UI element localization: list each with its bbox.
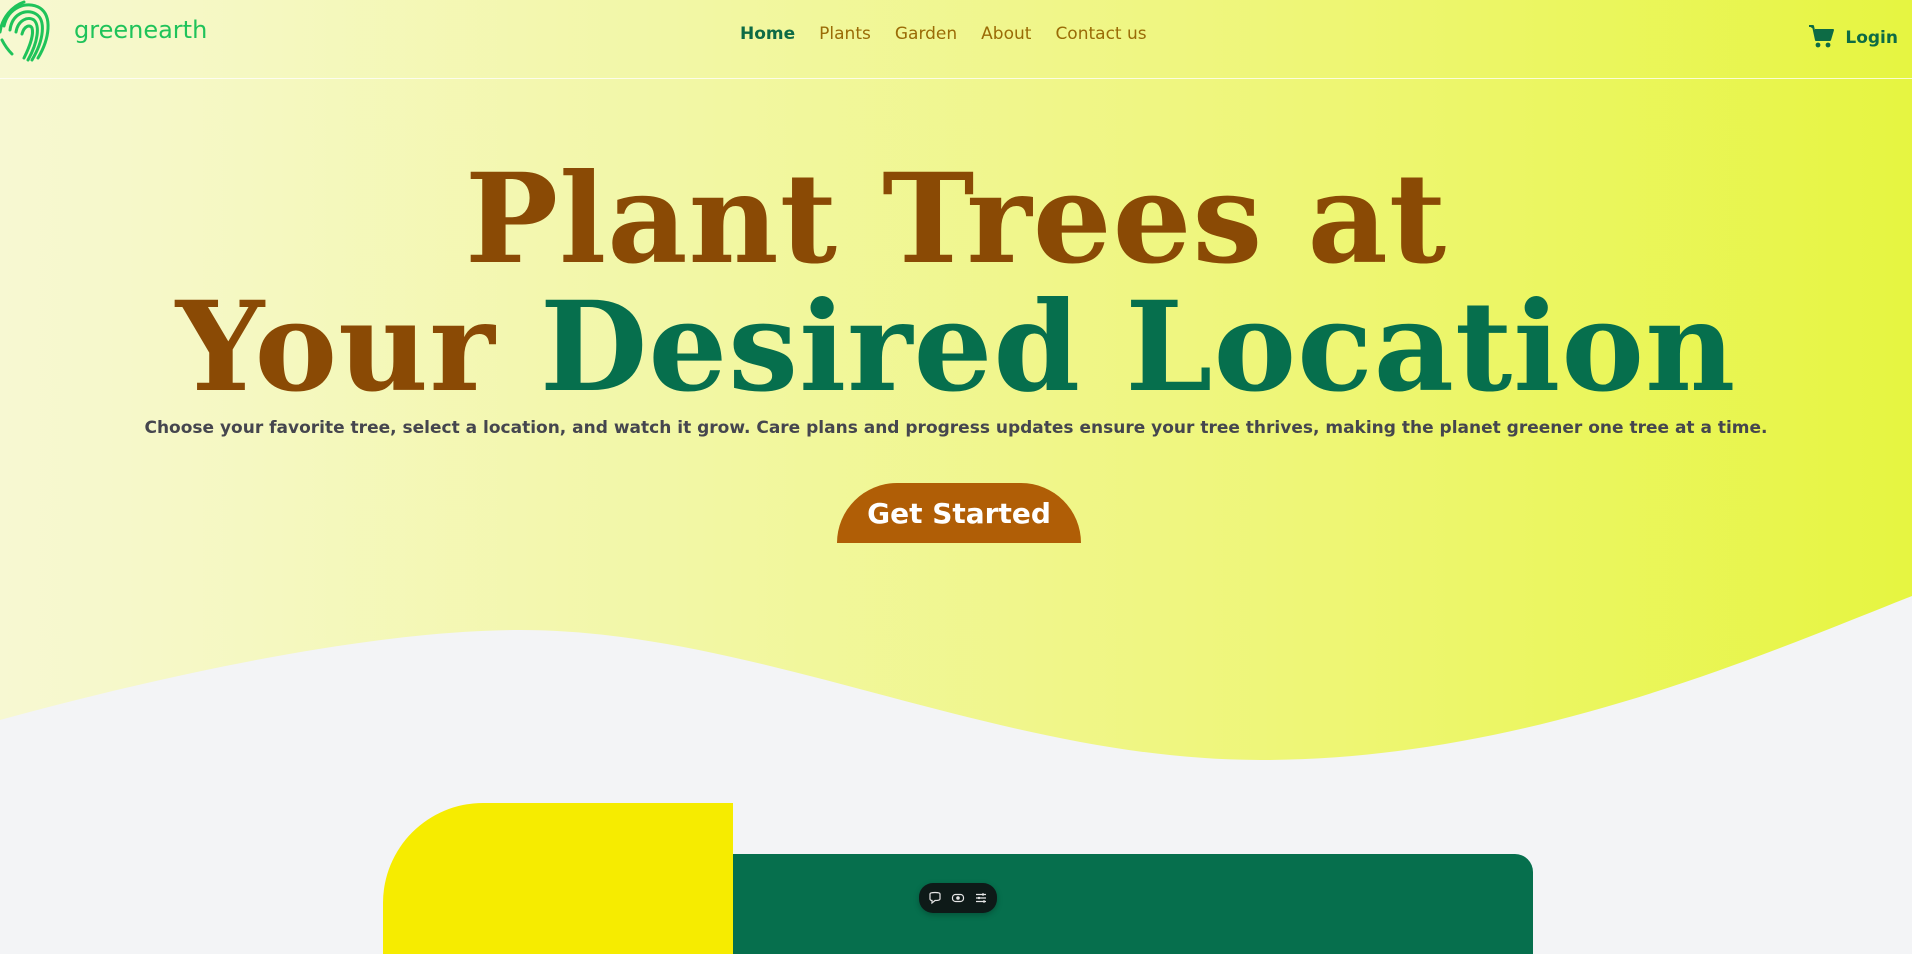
fingerprint-logo-icon	[0, 0, 50, 62]
nav-item-garden[interactable]: Garden	[895, 24, 957, 44]
hero-title-desired-location: Desired Location	[539, 275, 1737, 420]
comment-icon[interactable]	[928, 891, 942, 905]
feature-card-green	[733, 854, 1533, 954]
settings-list-icon[interactable]	[974, 891, 988, 905]
floating-toolbar	[919, 883, 997, 913]
hero-title-your: Your	[175, 275, 496, 420]
nav-item-home[interactable]: Home	[740, 24, 795, 44]
nav-item-about[interactable]: About	[981, 24, 1031, 44]
hero-subtitle: Choose your favorite tree, select a loca…	[144, 418, 1768, 438]
feature-card-yellow	[383, 803, 733, 954]
brand-name: greenearth	[74, 16, 208, 44]
header-actions: Login	[1807, 22, 1898, 54]
nav-item-contact[interactable]: Contact us	[1055, 24, 1146, 44]
logo[interactable]: greenearth	[0, 0, 207, 66]
hero-title-line-2: Your Desired Location	[0, 278, 1912, 418]
cart-icon[interactable]	[1807, 22, 1835, 54]
nav-item-plants[interactable]: Plants	[819, 24, 871, 44]
site-header: greenearth Home Plants Garden About Cont…	[0, 0, 1912, 79]
hero-wave-divider	[0, 596, 1912, 800]
get-started-button[interactable]: Get Started	[837, 483, 1081, 543]
login-button[interactable]: Login	[1845, 28, 1898, 48]
hero-title-line-1: Plant Trees at	[464, 147, 1448, 292]
main-nav: Home Plants Garden About Contact us	[740, 24, 1147, 44]
eye-icon[interactable]	[951, 891, 965, 905]
